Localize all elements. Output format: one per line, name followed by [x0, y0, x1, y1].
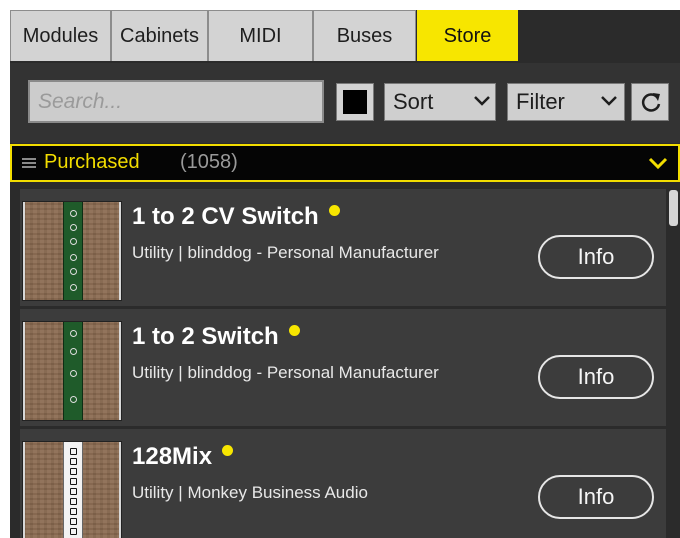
- item-title: 128Mix: [132, 443, 234, 471]
- module-panel-strip: [63, 322, 83, 420]
- item-name: 1 to 2 CV Switch: [132, 203, 319, 230]
- section-count: (1058): [180, 151, 238, 173]
- status-dot-icon: [328, 205, 340, 216]
- status-dot-icon: [288, 325, 300, 336]
- scrollbar-thumb[interactable]: [669, 190, 678, 226]
- scrollbar[interactable]: [667, 182, 680, 538]
- module-list: 1 to 2 CV Switch Utility | blinddog - Pe…: [10, 182, 680, 538]
- sort-label: Sort: [393, 89, 434, 114]
- color-swatch-fill: [343, 90, 367, 114]
- store-browser-panel: Modules Cabinets MIDI Buses Store Sort F…: [10, 10, 680, 538]
- module-thumbnail: [22, 441, 122, 538]
- item-name: 1 to 2 Switch: [132, 323, 279, 350]
- info-button[interactable]: Info: [538, 235, 654, 279]
- tab-buses[interactable]: Buses: [313, 10, 416, 61]
- module-panel-strip: [63, 202, 83, 300]
- list-item[interactable]: 1 to 2 CV Switch Utility | blinddog - Pe…: [20, 189, 666, 306]
- item-title: 1 to 2 CV Switch: [132, 203, 340, 231]
- item-vendor: blinddog - Personal Manufacturer: [187, 363, 439, 382]
- module-thumbnail: [22, 321, 122, 421]
- chevron-down-icon: [474, 96, 490, 106]
- item-separator: |: [178, 363, 183, 382]
- item-title: 1 to 2 Switch: [132, 323, 300, 351]
- info-button[interactable]: Info: [538, 475, 654, 519]
- status-dot-icon: [222, 445, 234, 456]
- list-item[interactable]: 128Mix Utility | Monkey Business Audio I…: [20, 429, 666, 538]
- item-separator: |: [178, 483, 183, 502]
- list-item[interactable]: 1 to 2 Switch Utility | blinddog - Perso…: [20, 309, 666, 426]
- color-swatch-button[interactable]: [336, 83, 374, 121]
- chevron-down-icon: [601, 96, 617, 106]
- hamburger-icon: [22, 158, 36, 170]
- item-category: Utility: [132, 483, 174, 502]
- item-subtitle: Utility | blinddog - Personal Manufactur…: [132, 243, 439, 263]
- section-title: Purchased: [44, 151, 140, 173]
- item-subtitle: Utility | Monkey Business Audio: [132, 483, 368, 503]
- toolbar: Sort Filter: [10, 63, 680, 143]
- item-subtitle: Utility | blinddog - Personal Manufactur…: [132, 363, 439, 383]
- tab-bar: Modules Cabinets MIDI Buses Store: [10, 10, 680, 63]
- module-panel-strip: [63, 442, 83, 538]
- item-separator: |: [178, 243, 183, 262]
- item-vendor: Monkey Business Audio: [187, 483, 368, 502]
- item-vendor: blinddog - Personal Manufacturer: [187, 243, 439, 262]
- sort-button[interactable]: Sort: [384, 83, 496, 121]
- search-input[interactable]: [28, 80, 324, 123]
- tab-midi[interactable]: MIDI: [208, 10, 313, 61]
- filter-label: Filter: [516, 89, 565, 114]
- module-thumbnail: [22, 201, 122, 301]
- info-button[interactable]: Info: [538, 355, 654, 399]
- tab-cabinets[interactable]: Cabinets: [111, 10, 208, 61]
- chevron-down-icon[interactable]: [647, 156, 669, 170]
- refresh-icon: [641, 93, 661, 112]
- tab-store[interactable]: Store: [417, 10, 518, 61]
- filter-button[interactable]: Filter: [507, 83, 625, 121]
- item-category: Utility: [132, 363, 174, 382]
- purchased-section-header[interactable]: Purchased (1058): [10, 144, 680, 182]
- refresh-button[interactable]: [631, 83, 669, 121]
- tab-modules[interactable]: Modules: [10, 10, 111, 61]
- item-name: 128Mix: [132, 443, 213, 470]
- item-category: Utility: [132, 243, 174, 262]
